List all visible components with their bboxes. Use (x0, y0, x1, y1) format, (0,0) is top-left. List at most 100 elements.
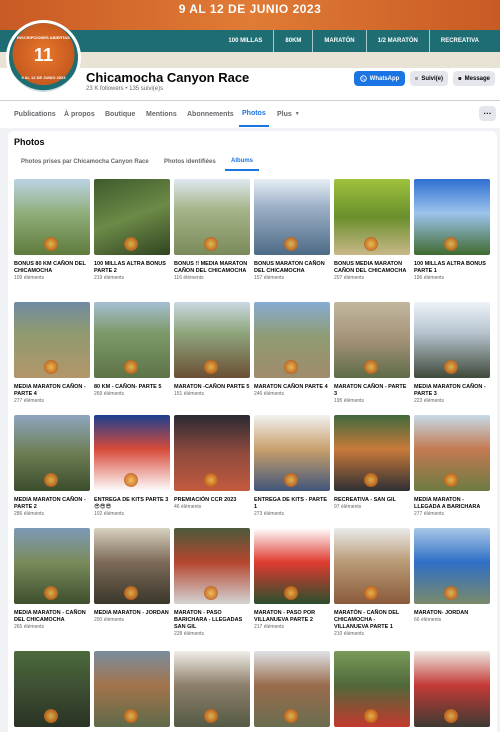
album-thumbnail[interactable] (414, 651, 490, 727)
album-card[interactable]: MARATON -CAÑON PARTE 5 151 éléments (174, 302, 250, 398)
album-title[interactable]: PREMIACIÓN CCR 2023 (174, 497, 250, 504)
album-card[interactable] (254, 651, 330, 732)
album-title[interactable]: 100 MILLAS ALTRA BONUS PARTE 2 (94, 261, 170, 275)
more-options-icon[interactable]: ··· (479, 106, 496, 121)
album-card[interactable]: MEDIA MARATON - LLEGADA A BARICHARA 277 é… (414, 415, 490, 518)
album-title[interactable]: MARATON -CAÑON PARTE 5 (174, 384, 250, 391)
album-title[interactable]: MEDIA MARATON CAÑON - PARTE 4 (14, 384, 90, 398)
album-card[interactable]: ENTREGA DE KITS PARTE 3 😎😎😎 102 éléments (94, 415, 170, 518)
album-thumbnail[interactable] (254, 651, 330, 727)
album-card[interactable]: MARATON CAÑON - PARTE 3 195 éléments (334, 302, 410, 405)
page-title[interactable]: Chicamocha Canyon Race (86, 70, 249, 85)
album-thumbnail[interactable] (174, 415, 250, 491)
album-title[interactable]: BONUS !! MEDIA MARATON CAÑON DEL CHICAMO… (174, 261, 250, 275)
album-thumbnail[interactable] (254, 302, 330, 378)
album-title[interactable]: BONUS MARATON CAÑON DEL CHICAMOCHA (254, 261, 330, 275)
album-title[interactable]: MARATON - PASO BARICHARA - LLEGADAS SAN … (174, 610, 250, 631)
album-title[interactable]: MEDIA MARATON CAÑON -PARTE 2 (14, 497, 90, 511)
album-thumbnail[interactable] (334, 528, 410, 604)
album-title[interactable]: MEDIA MARATON - LLEGADA A BARICHARA (414, 497, 490, 511)
album-card[interactable]: MARATON - PASO BARICHARA - LLEGADAS SAN … (174, 528, 250, 638)
followers-count[interactable]: 23 K followers • 135 suivi(e)s (86, 86, 163, 92)
album-title[interactable]: MARATON CAÑON - PARTE 3 (334, 384, 410, 398)
tab-mentions[interactable]: Mentions (146, 101, 177, 127)
album-thumbnail[interactable] (14, 179, 90, 255)
album-card[interactable]: MEDIA MARATON - JORDAN 200 éléments (94, 528, 170, 624)
album-title[interactable]: MARATÓN - CAÑON DEL CHICAMOCHA - VILLANU… (334, 610, 410, 631)
album-thumbnail[interactable] (14, 415, 90, 491)
album-thumbnail[interactable] (14, 528, 90, 604)
subtab-photos-by-page[interactable]: Photos prises par Chicamocha Canyon Race (21, 153, 149, 171)
album-thumbnail[interactable] (94, 302, 170, 378)
album-card[interactable]: BONUS MARATON CAÑON DEL CHICAMOCHA 157 él… (254, 179, 330, 282)
subtab-tagged-photos[interactable]: Photos identifiées (164, 153, 216, 171)
album-title[interactable]: MEDIA MARATON CAÑON - PARTE 3 (414, 384, 490, 398)
album-thumbnail[interactable] (94, 415, 170, 491)
album-thumbnail[interactable] (174, 179, 250, 255)
album-thumbnail[interactable] (414, 528, 490, 604)
tab-shop[interactable]: Boutique (105, 101, 135, 127)
album-thumbnail[interactable] (254, 528, 330, 604)
album-thumbnail[interactable] (414, 179, 490, 255)
tab-about[interactable]: À propos (64, 101, 95, 127)
album-title[interactable]: ENTREGA DE KITS PARTE 3 😎😎😎 (94, 497, 170, 511)
album-thumbnail[interactable] (334, 302, 410, 378)
album-thumbnail[interactable] (414, 415, 490, 491)
album-thumbnail[interactable] (14, 302, 90, 378)
album-card[interactable]: 80 KM - CAÑON- PARTE 5 269 éléments (94, 302, 170, 398)
album-thumbnail[interactable] (14, 651, 90, 727)
album-title[interactable]: BONUS MEDIA MARATON CAÑON DEL CHICAMOCHA (334, 261, 410, 275)
album-title[interactable]: ENTREGA DE KITS - PARTE 1 (254, 497, 330, 511)
album-card[interactable] (94, 651, 170, 732)
tab-more[interactable]: Plus ▼ (277, 101, 300, 127)
album-thumbnail[interactable] (334, 179, 410, 255)
album-title[interactable]: RECREATIVA - SAN GIL (334, 497, 410, 504)
album-title[interactable]: MEDIA MARATON - CAÑON DEL CHICAMOCHA (14, 610, 90, 624)
album-card[interactable]: BONUS MEDIA MARATON CAÑON DEL CHICAMOCHA… (334, 179, 410, 282)
album-title[interactable]: MEDIA MARATON - JORDAN (94, 610, 170, 617)
album-card[interactable]: MARATON - PASO POR VILLANUEVA PARTE 2 217… (254, 528, 330, 631)
subtab-albums[interactable]: Albums (225, 153, 260, 171)
album-card[interactable]: MARATON CAÑON PARTE 4 246 éléments (254, 302, 330, 398)
profile-avatar[interactable]: INSCRIPCIONES ABIERTAS 11 9 AL 12 DE JUN… (6, 20, 81, 95)
album-title[interactable]: MARATON - PASO POR VILLANUEVA PARTE 2 (254, 610, 330, 624)
album-card[interactable]: MEDIA MARATON CAÑON - PARTE 4 277 élément… (14, 302, 90, 405)
album-card[interactable]: 100 MILLAS ALTRA BONUS PARTE 2 219 élémen… (94, 179, 170, 282)
album-card[interactable]: RECREATIVA - SAN GIL 97 éléments (334, 415, 410, 511)
album-thumbnail[interactable] (94, 651, 170, 727)
album-card[interactable] (414, 651, 490, 732)
album-title[interactable]: 80 KM - CAÑON- PARTE 5 (94, 384, 170, 391)
album-card[interactable]: MARATON- JORDAN 66 éléments (414, 528, 490, 624)
whatsapp-button[interactable]: WhatsApp (354, 71, 405, 86)
album-thumbnail[interactable] (174, 528, 250, 604)
album-thumbnail[interactable] (334, 651, 410, 727)
tab-publications[interactable]: Publications (14, 101, 56, 127)
message-button[interactable]: Message (453, 71, 495, 86)
album-thumbnail[interactable] (94, 179, 170, 255)
album-thumbnail[interactable] (334, 415, 410, 491)
album-title[interactable]: 100 MILLAS ALTRA BONUS PARTE 1 (414, 261, 490, 275)
album-card[interactable]: MEDIA MARATON CAÑON - PARTE 3 223 élément… (414, 302, 490, 405)
album-card[interactable]: BONUS 80 KM CAÑON DEL CHICAMOCHA 109 élém… (14, 179, 90, 282)
album-title[interactable]: BONUS 80 KM CAÑON DEL CHICAMOCHA (14, 261, 90, 275)
album-thumbnail[interactable] (414, 302, 490, 378)
album-card[interactable] (334, 651, 410, 732)
album-card[interactable]: MARATÓN - CAÑON DEL CHICAMOCHA - VILLANU… (334, 528, 410, 638)
album-title[interactable]: MARATON CAÑON PARTE 4 (254, 384, 330, 391)
album-card[interactable]: MEDIA MARATON CAÑON -PARTE 2 286 éléments (14, 415, 90, 518)
album-thumbnail[interactable] (174, 302, 250, 378)
album-thumbnail[interactable] (174, 651, 250, 727)
album-card[interactable]: BONUS !! MEDIA MARATON CAÑON DEL CHICAMO… (174, 179, 250, 282)
album-card[interactable]: ENTREGA DE KITS - PARTE 1 273 éléments (254, 415, 330, 518)
album-thumbnail[interactable] (94, 528, 170, 604)
album-card[interactable]: PREMIACIÓN CCR 2023 46 éléments (174, 415, 250, 511)
album-card[interactable] (14, 651, 90, 732)
album-thumbnail[interactable] (254, 179, 330, 255)
album-card[interactable] (174, 651, 250, 732)
album-thumbnail[interactable] (254, 415, 330, 491)
album-card[interactable]: 100 MILLAS ALTRA BONUS PARTE 1 196 élémen… (414, 179, 490, 282)
follow-button[interactable]: Suivi(e) (410, 71, 448, 86)
album-title[interactable]: MARATON- JORDAN (414, 610, 490, 617)
tab-photos[interactable]: Photos (239, 101, 269, 127)
tab-subscriptions[interactable]: Abonnements (187, 101, 234, 127)
